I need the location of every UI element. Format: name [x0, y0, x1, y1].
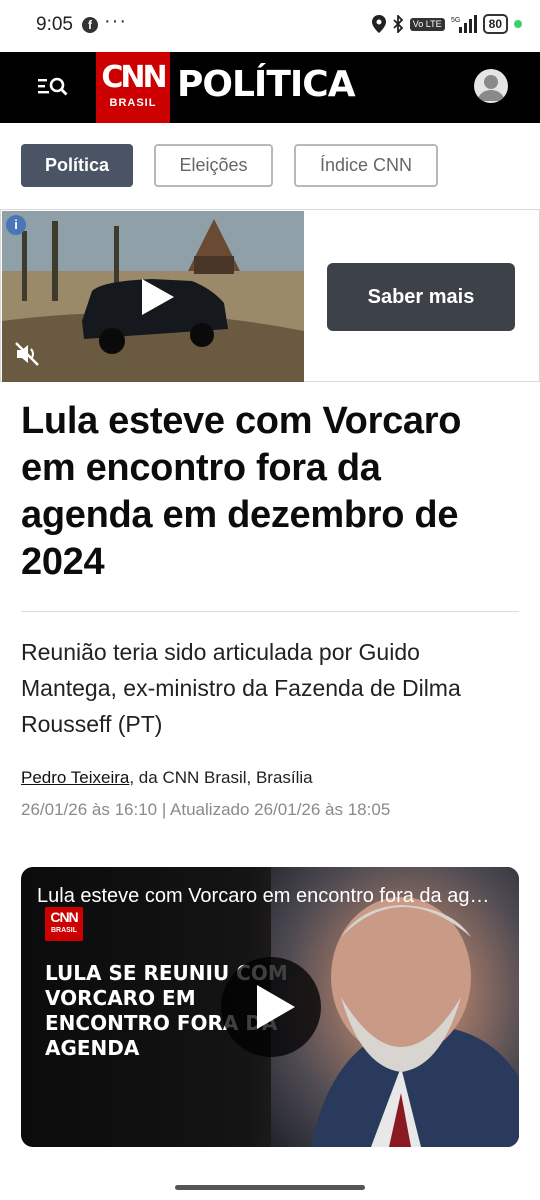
more-notifications-icon: ···	[104, 10, 127, 32]
play-icon	[257, 985, 295, 1029]
profile-avatar-icon[interactable]	[474, 69, 508, 103]
article-headline: Lula esteve com Vorcaro em encontro fora…	[21, 400, 462, 583]
byline-source: , da CNN Brasil, Brasília	[129, 768, 313, 787]
divider	[21, 611, 519, 612]
status-time: 9:05	[36, 14, 73, 35]
section-title[interactable]: POLÍTICA	[177, 64, 356, 105]
battery-indicator: 80	[482, 14, 508, 34]
video-player[interactable]: Lula esteve com Vorcaro em encontro fora…	[21, 867, 519, 1147]
logo-main-text: CNN	[101, 60, 167, 95]
tab-indice-cnn[interactable]: Índice CNN	[294, 144, 438, 187]
tab-politica[interactable]: Política	[21, 144, 133, 187]
ad-info-icon[interactable]: i	[6, 215, 26, 235]
menu-search-icon[interactable]	[38, 74, 68, 100]
play-icon[interactable]	[134, 275, 178, 319]
author-link[interactable]: Pedro Teixeira	[21, 768, 129, 787]
advertisement: i Saber mais	[0, 209, 540, 382]
video-logo-sub: BRASIL	[50, 927, 78, 934]
video-logo-main: CNN	[50, 909, 78, 925]
site-header: CNN BRASIL POLÍTICA	[0, 52, 540, 123]
ad-video[interactable]: i	[2, 211, 304, 382]
video-play-button[interactable]	[221, 957, 321, 1057]
tab-eleicoes[interactable]: Eleições	[154, 144, 273, 187]
status-icons: Vo LTE 5G 80	[371, 14, 522, 34]
signal-icon: 5G	[451, 15, 477, 33]
logo-sub-text: BRASIL	[109, 97, 157, 109]
ad-cta-button[interactable]: Saber mais	[327, 263, 515, 331]
cnn-brasil-logo[interactable]: CNN BRASIL	[96, 52, 170, 123]
volte-badge: Vo LTE	[409, 17, 445, 31]
video-cnn-logo: CNN BRASIL	[45, 907, 83, 941]
dateline: 26/01/26 às 16:10 | Atualizado 26/01/26 …	[21, 800, 391, 819]
facebook-notification-icon: f	[82, 17, 98, 33]
mute-icon[interactable]	[14, 341, 40, 367]
article-subheadline: Reunião teria sido articulada por Guido …	[21, 639, 461, 737]
video-title: Lula esteve com Vorcaro em encontro fora…	[37, 885, 497, 907]
byline: Pedro Teixeira, da CNN Brasil, Brasília	[21, 768, 313, 788]
location-icon	[371, 15, 386, 33]
home-indicator[interactable]	[175, 1185, 365, 1190]
bluetooth-icon	[393, 15, 404, 33]
section-tabs: Política Eleições Índice CNN	[21, 144, 438, 187]
privacy-indicator-dot	[514, 20, 522, 28]
svg-text:5G: 5G	[451, 17, 460, 24]
status-bar: 9:05 f ··· Vo LTE 5G 80	[0, 0, 540, 52]
